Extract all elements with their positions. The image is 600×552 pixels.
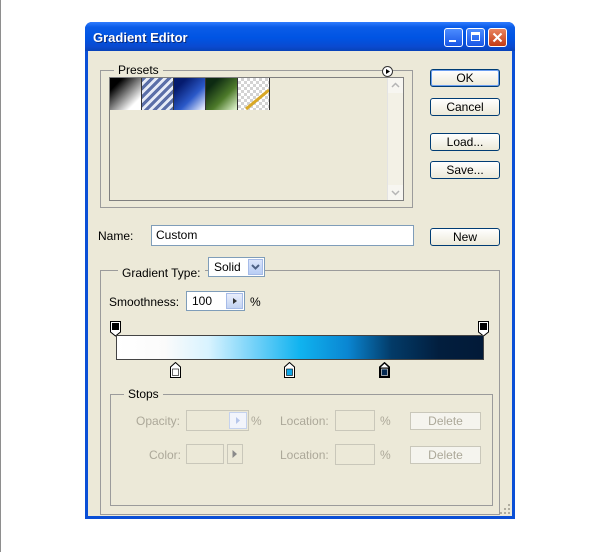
chevron-down-icon xyxy=(251,264,260,270)
minimize-button[interactable] xyxy=(444,28,463,47)
name-label: Name: xyxy=(98,229,134,243)
name-input[interactable]: Custom xyxy=(151,225,414,246)
gradient-preview-bar[interactable] xyxy=(116,335,484,360)
play-arrow-icon xyxy=(386,69,390,74)
chevron-down-icon xyxy=(391,190,400,196)
page-edge xyxy=(0,0,1,552)
preset-swatch-striped[interactable] xyxy=(142,78,174,110)
color-swatch-menu-button[interactable] xyxy=(227,444,243,464)
color-delete-button[interactable]: Delete xyxy=(410,446,481,464)
smoothness-label: Smoothness: xyxy=(109,295,180,309)
smoothness-field[interactable]: 100 xyxy=(186,291,245,311)
color-location-label: Location: xyxy=(280,448,329,462)
scroll-down-button[interactable] xyxy=(388,185,403,200)
scroll-up-button[interactable] xyxy=(388,78,403,93)
presets-list[interactable] xyxy=(109,77,404,201)
chevron-up-icon xyxy=(391,82,400,88)
title-bar[interactable]: Gradient Editor xyxy=(85,22,515,51)
smoothness-value: 100 xyxy=(192,294,213,308)
close-icon xyxy=(492,32,503,43)
opacity-slider-button[interactable] xyxy=(229,412,247,429)
ok-button[interactable]: OK xyxy=(430,69,500,87)
opacity-label: Opacity: xyxy=(136,414,181,428)
new-button[interactable]: New xyxy=(430,228,500,246)
preset-swatch-blue[interactable] xyxy=(174,78,206,110)
presets-label: Presets xyxy=(114,63,163,77)
color-stop-white[interactable] xyxy=(170,362,182,379)
presets-scrollbar[interactable] xyxy=(387,78,403,200)
opacity-delete-button[interactable]: Delete xyxy=(410,412,481,430)
stops-label: Stops xyxy=(124,387,163,401)
preset-swatch-black-white[interactable] xyxy=(110,78,142,110)
smoothness-slider-button[interactable] xyxy=(226,293,243,309)
play-arrow-icon xyxy=(236,417,240,424)
gradient-type-label: Gradient Type: xyxy=(118,266,205,280)
color-stop-navy[interactable] xyxy=(379,362,391,379)
load-button[interactable]: Load... xyxy=(430,133,500,151)
maximize-button[interactable] xyxy=(466,28,485,47)
color-stop-cyan[interactable] xyxy=(284,362,296,379)
play-arrow-icon xyxy=(233,298,237,304)
gradient-editor-window: Gradient Editor Presets OK Cancel Load..… xyxy=(85,22,515,519)
opacity-location-field[interactable] xyxy=(335,410,375,431)
dropdown-button[interactable] xyxy=(248,259,263,275)
dialog-client-area: Presets OK Cancel Load... Save... Name: … xyxy=(88,51,512,516)
color-swatch-field[interactable] xyxy=(186,444,224,464)
cancel-button[interactable]: Cancel xyxy=(430,98,500,116)
resize-grip-icon[interactable] xyxy=(499,503,511,515)
play-arrow-icon xyxy=(232,450,237,458)
gradient-type-value: Solid xyxy=(214,260,241,274)
gradient-type-select[interactable]: Solid xyxy=(208,257,265,277)
preset-swatch-green[interactable] xyxy=(206,78,238,110)
opacity-unit: % xyxy=(251,414,262,428)
maximize-icon xyxy=(471,32,480,41)
presets-menu-button[interactable] xyxy=(382,66,393,77)
save-button[interactable]: Save... xyxy=(430,161,500,179)
window-title: Gradient Editor xyxy=(93,30,188,45)
color-label: Color: xyxy=(149,448,182,462)
color-location-unit: % xyxy=(380,448,391,462)
opacity-location-label: Location: xyxy=(280,414,329,428)
smoothness-unit: % xyxy=(250,295,261,309)
opacity-field[interactable] xyxy=(186,410,249,431)
color-location-field[interactable] xyxy=(335,444,375,465)
minimize-icon xyxy=(449,40,456,42)
preset-swatch-transparent[interactable] xyxy=(238,78,270,110)
opacity-location-unit: % xyxy=(380,414,391,428)
close-button[interactable] xyxy=(488,28,507,47)
